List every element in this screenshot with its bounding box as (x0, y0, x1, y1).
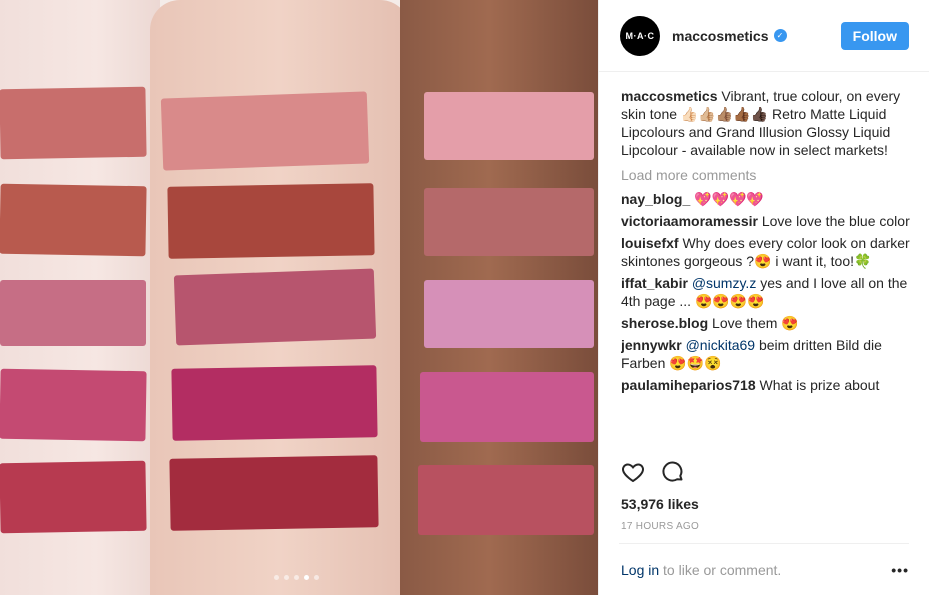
username-link[interactable]: maccosmetics (672, 28, 769, 44)
login-link[interactable]: Log in (621, 562, 659, 578)
swatch (418, 465, 594, 535)
swatch (160, 91, 370, 171)
swatch (171, 365, 378, 441)
swatch (169, 455, 379, 531)
swatch (0, 183, 147, 257)
post-frame: M·A·C maccosmetics ✓ Follow maccosmetics… (0, 0, 929, 595)
post-sidebar: M·A·C maccosmetics ✓ Follow maccosmetics… (598, 0, 929, 595)
comment-item: sherose.blog Love them 😍 (621, 314, 913, 332)
comment-text: What is prize about (755, 377, 880, 393)
carousel-indicator[interactable] (274, 575, 319, 580)
post-timestamp[interactable]: 17 HOURS AGO (621, 521, 699, 532)
comment-mention-link[interactable]: @sumzy.z (692, 275, 757, 291)
swatch (424, 280, 594, 348)
swatch (173, 268, 377, 346)
comment-text: Love love the blue color (757, 213, 910, 229)
comment-item: louisefxf Why does every color look on d… (621, 234, 913, 270)
like-count[interactable]: 53,976 likes (621, 496, 699, 512)
verified-badge-icon: ✓ (773, 29, 787, 42)
swatch (0, 86, 147, 160)
caption: maccosmetics Vibrant, true colour, on ev… (621, 87, 913, 159)
comment-username[interactable]: louisefxf (621, 235, 679, 251)
more-options-icon[interactable]: ••• (891, 562, 909, 578)
carousel-dot[interactable] (294, 575, 299, 580)
comment-item: paulamiheparios718 What is prize about (621, 376, 913, 394)
comment-username[interactable]: sherose.blog (621, 315, 708, 331)
comment-item: nay_blog_ 💖💖💖💖 (621, 190, 913, 208)
swatch (424, 92, 594, 160)
carousel-dot[interactable] (284, 575, 289, 580)
comment-username[interactable]: victoriaamoramessir (621, 213, 758, 229)
swatch (0, 460, 147, 534)
load-more-comments-link[interactable]: Load more comments (621, 166, 913, 184)
comment-username[interactable]: jennywkr (621, 337, 682, 353)
comment-username[interactable]: iffat_kabir (621, 275, 688, 291)
login-prompt-text: to like or comment. (659, 562, 782, 578)
carousel-dot[interactable] (274, 575, 279, 580)
swatch (424, 188, 594, 256)
post-media[interactable] (0, 0, 598, 595)
swatch (420, 372, 594, 442)
comment-item: iffat_kabir @sumzy.z yes and I love all … (621, 274, 913, 310)
comment-item: victoriaamoramessir Love love the blue c… (621, 212, 913, 230)
comment-item: jennywkr @nickita69 beim dritten Bild di… (621, 336, 913, 372)
login-prompt: Log in to like or comment. (621, 562, 781, 578)
comment-text: 💖💖💖💖 (690, 191, 764, 207)
action-bar (621, 460, 685, 489)
comment-username[interactable]: nay_blog_ (621, 191, 690, 207)
post-header: M·A·C maccosmetics ✓ Follow (598, 0, 929, 72)
carousel-dot[interactable] (314, 575, 319, 580)
divider (619, 543, 909, 544)
swatch (167, 183, 375, 259)
swatch (0, 280, 146, 346)
avatar-logo-text: M·A·C (625, 30, 655, 41)
comment-mention-link[interactable]: @nickita69 (686, 337, 755, 353)
speech-bubble-icon[interactable] (661, 460, 685, 489)
comment-username[interactable]: paulamiheparios718 (621, 377, 756, 393)
heart-outline-icon[interactable] (621, 460, 645, 489)
caption-username[interactable]: maccosmetics (621, 88, 718, 104)
comment-text: Love them 😍 (708, 315, 799, 331)
avatar[interactable]: M·A·C (620, 15, 660, 56)
comments-list[interactable]: maccosmetics Vibrant, true colour, on ev… (621, 87, 913, 453)
swatch (0, 368, 147, 442)
follow-button[interactable]: Follow (840, 21, 909, 50)
carousel-dot-active[interactable] (304, 575, 309, 580)
